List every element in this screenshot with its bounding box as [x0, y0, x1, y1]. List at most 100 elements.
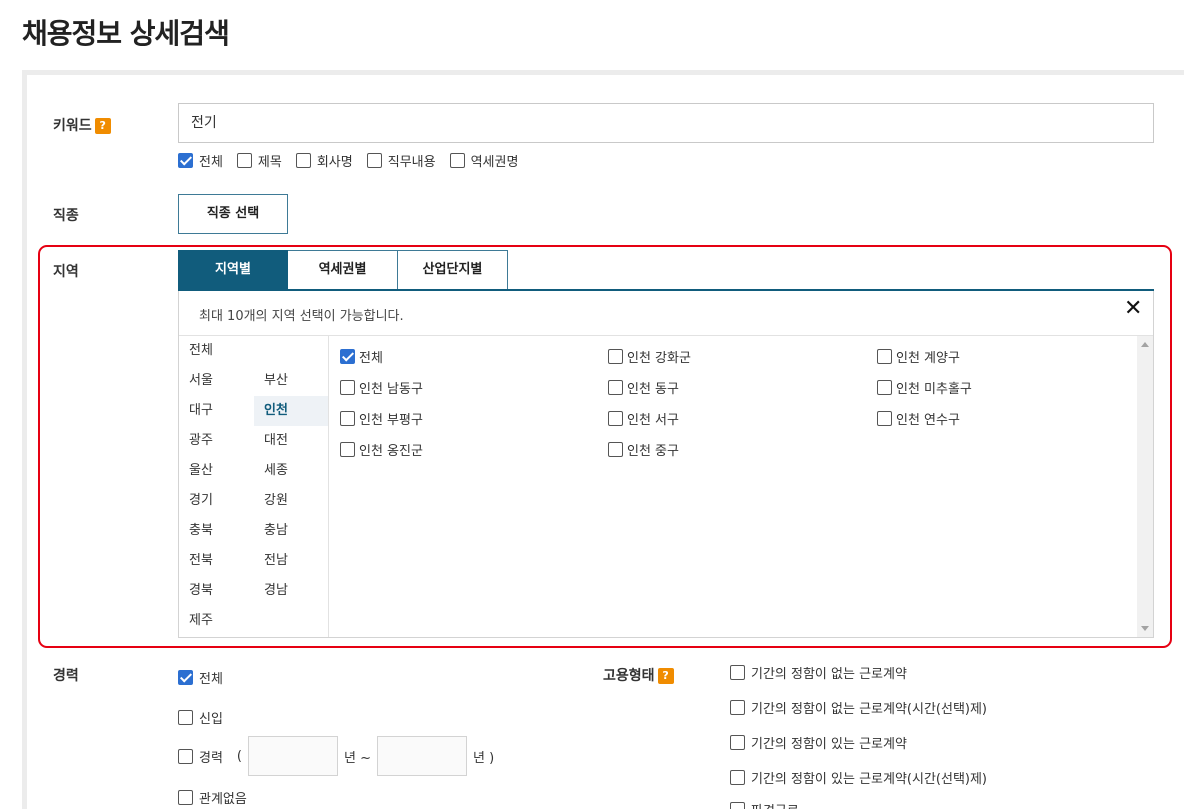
career-year-from-input[interactable]	[248, 736, 338, 776]
city-item[interactable]: 경북	[179, 576, 253, 606]
keyword-scope-duty[interactable]: 직무내용	[366, 151, 436, 170]
tab-by-region[interactable]: 지역별	[178, 250, 288, 290]
city-item[interactable]: 대구	[179, 396, 253, 426]
checkbox[interactable]	[608, 411, 623, 426]
city-item[interactable]: 전북	[179, 546, 253, 576]
city-item[interactable]: 경기	[179, 486, 253, 516]
region-tabs: 지역별 역세권별 산업단지별	[178, 250, 508, 290]
city-item[interactable]: 충북	[179, 516, 253, 546]
keyword-scope-label: 역세권명	[470, 155, 519, 170]
checkbox[interactable]	[178, 748, 193, 764]
checkbox[interactable]	[178, 790, 193, 805]
city-item[interactable]: 대전	[254, 426, 328, 456]
career-new-label: 신입	[199, 712, 223, 727]
career-all-label: 전체	[199, 672, 223, 687]
district-item[interactable]: 인천 미추홀구	[877, 378, 972, 397]
checkbox[interactable]	[178, 153, 193, 168]
career-new[interactable]: 신입	[178, 708, 223, 727]
keyword-help-icon[interactable]: ?	[94, 118, 111, 134]
city-item[interactable]: 전체	[179, 336, 253, 366]
district-label: 인천 남동구	[359, 382, 423, 397]
checkbox[interactable]	[730, 700, 745, 715]
region-panel: 최대 10개의 지역 선택이 가능합니다. ✕ 전체 서울 부산 대구 인천 광…	[178, 291, 1154, 638]
district-label: 인천 서구	[627, 413, 679, 428]
city-item-selected[interactable]: 인천	[254, 396, 328, 426]
job-select-button[interactable]: 직종 선택	[178, 194, 288, 234]
employment-option[interactable]: 기간의 정함이 있는 근로계약(시간(선택)제)	[730, 768, 987, 787]
scroll-down-arrow-icon[interactable]	[1141, 626, 1149, 631]
checkbox[interactable]	[178, 710, 193, 725]
district-item[interactable]: 인천 동구	[608, 378, 679, 397]
checkbox[interactable]	[236, 153, 252, 168]
city-item[interactable]: 충남	[254, 516, 328, 546]
employment-option[interactable]: 파견근로	[730, 800, 799, 809]
checkbox[interactable]	[877, 349, 892, 364]
city-item[interactable]: 강원	[254, 486, 328, 516]
district-item[interactable]: 인천 연수구	[877, 409, 960, 428]
keyword-scope-title[interactable]: 제목	[236, 151, 282, 170]
career-label: 경력	[53, 668, 79, 684]
keyword-input[interactable]: 전기	[178, 103, 1154, 143]
year-to-suffix: 년 )	[473, 750, 495, 766]
career-year-to-input[interactable]	[377, 736, 467, 776]
checkbox[interactable]	[608, 442, 623, 457]
district-scrollbar[interactable]	[1137, 336, 1153, 637]
city-item[interactable]: 전남	[254, 546, 328, 576]
district-label: 인천 중구	[627, 444, 679, 459]
checkbox[interactable]	[366, 153, 382, 168]
city-item[interactable]: 부산	[254, 366, 328, 396]
city-item[interactable]: 경남	[254, 576, 328, 606]
city-item[interactable]: 광주	[179, 426, 253, 456]
checkbox[interactable]	[730, 770, 745, 785]
open-paren: (	[236, 748, 242, 764]
city-item[interactable]: 제주	[179, 606, 253, 636]
tab-by-industrial-complex[interactable]: 산업단지별	[398, 250, 508, 290]
checkbox[interactable]	[340, 349, 355, 364]
tab-by-station[interactable]: 역세권별	[288, 250, 398, 290]
district-item[interactable]: 인천 계양구	[877, 347, 960, 366]
career-all[interactable]: 전체	[178, 668, 223, 687]
checkbox[interactable]	[877, 380, 892, 395]
close-icon[interactable]: ✕	[1124, 298, 1142, 320]
district-item[interactable]: 전체	[340, 347, 383, 366]
city-item[interactable]: 서울	[179, 366, 253, 396]
checkbox[interactable]	[608, 349, 623, 364]
employment-label: 고용형태?	[603, 665, 674, 685]
district-item[interactable]: 인천 부평구	[340, 409, 423, 428]
checkbox[interactable]	[730, 665, 745, 680]
district-label: 전체	[359, 351, 383, 366]
scroll-up-arrow-icon[interactable]	[1141, 342, 1149, 347]
keyword-label-text: 키워드	[53, 118, 92, 134]
checkbox[interactable]	[730, 802, 745, 809]
checkbox[interactable]	[340, 380, 355, 395]
checkbox[interactable]	[340, 442, 355, 457]
keyword-scope-label: 회사명	[316, 155, 353, 170]
district-list: 전체 인천 강화군 인천 계양구 인천 남동구 인천 동구 인천 미추홀구 인천…	[330, 336, 1153, 637]
checkbox[interactable]	[178, 670, 193, 685]
district-label: 인천 연수구	[896, 413, 960, 428]
keyword-scope-all[interactable]: 전체	[178, 151, 223, 170]
district-item[interactable]: 인천 서구	[608, 409, 679, 428]
keyword-scope-label: 제목	[257, 155, 282, 170]
employment-help-icon[interactable]: ?	[657, 668, 674, 684]
district-item[interactable]: 인천 옹진군	[340, 440, 423, 459]
keyword-scope-company[interactable]: 회사명	[295, 151, 353, 170]
city-item[interactable]: 울산	[179, 456, 253, 486]
district-item[interactable]: 인천 남동구	[340, 378, 423, 397]
career-any[interactable]: 관계없음	[178, 788, 247, 807]
district-label: 인천 부평구	[359, 413, 423, 428]
checkbox[interactable]	[295, 153, 311, 168]
employment-option[interactable]: 기간의 정함이 없는 근로계약	[730, 663, 907, 682]
employment-option[interactable]: 기간의 정함이 있는 근로계약	[730, 733, 907, 752]
district-item[interactable]: 인천 중구	[608, 440, 679, 459]
checkbox[interactable]	[877, 411, 892, 426]
employment-option-label: 파견근로	[751, 800, 799, 809]
checkbox[interactable]	[340, 411, 355, 426]
district-item[interactable]: 인천 강화군	[608, 347, 691, 366]
keyword-scope-station[interactable]: 역세권명	[449, 151, 519, 170]
checkbox[interactable]	[608, 380, 623, 395]
city-item[interactable]: 세종	[254, 456, 328, 486]
employment-option[interactable]: 기간의 정함이 없는 근로계약(시간(선택)제)	[730, 698, 987, 717]
checkbox[interactable]	[730, 735, 745, 750]
checkbox[interactable]	[449, 153, 465, 168]
